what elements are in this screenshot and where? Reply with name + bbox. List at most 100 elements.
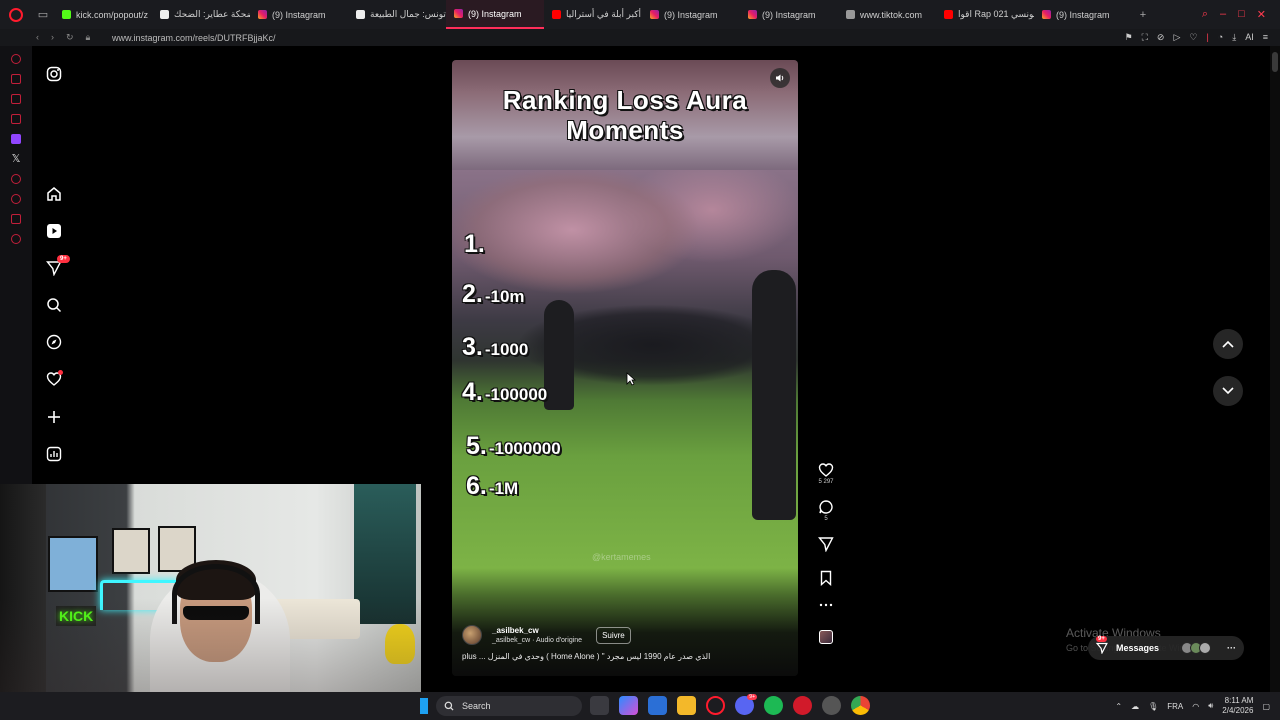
download-icon[interactable]: ⤓ bbox=[1232, 32, 1236, 43]
follow-button[interactable]: Suivre bbox=[596, 626, 631, 644]
minimize-icon[interactable]: – bbox=[1220, 8, 1226, 21]
copilot-icon[interactable] bbox=[619, 696, 638, 715]
messages-icon[interactable]: 9+ bbox=[39, 253, 70, 283]
task-view-icon[interactable] bbox=[590, 696, 609, 715]
bookmark-icon[interactable]: ⚑ bbox=[1125, 32, 1133, 43]
rank-number: 4. bbox=[462, 378, 483, 406]
page-scrollbar[interactable] bbox=[1270, 46, 1280, 692]
previous-reel-button[interactable] bbox=[1213, 329, 1243, 359]
comment-count: 5 bbox=[824, 516, 828, 522]
history-icon[interactable] bbox=[11, 194, 21, 204]
author-name[interactable]: _asilbek_cw bbox=[492, 626, 582, 635]
language-indicator[interactable]: FRA bbox=[1167, 702, 1183, 711]
back-icon[interactable]: ‹ bbox=[36, 32, 39, 43]
browser-tab[interactable]: (9) Instagram bbox=[1034, 0, 1132, 29]
settings-gear-icon[interactable] bbox=[822, 696, 841, 715]
settings-icon[interactable] bbox=[11, 234, 21, 244]
scroll-thumb[interactable] bbox=[1272, 52, 1278, 72]
instagram-icon bbox=[258, 10, 267, 19]
wifi-icon[interactable]: ◠ bbox=[1192, 702, 1199, 711]
messages-pill[interactable]: 9+ Messages ··· bbox=[1088, 636, 1244, 660]
notifications-heart-icon[interactable] bbox=[39, 364, 69, 394]
ai-button[interactable]: AI bbox=[1245, 32, 1254, 43]
close-icon[interactable]: ✕ bbox=[1257, 8, 1266, 21]
chrome-icon[interactable] bbox=[851, 696, 870, 715]
share-action[interactable] bbox=[818, 536, 834, 552]
taskbar-search[interactable]: Search bbox=[436, 696, 582, 716]
search-icon[interactable]: ⌕ bbox=[1202, 8, 1208, 21]
menu-icon[interactable]: ≡ bbox=[1263, 32, 1268, 43]
opera-logo-icon[interactable] bbox=[0, 0, 32, 29]
browser-tab-active[interactable]: (9) Instagram bbox=[446, 0, 544, 29]
browser-tab[interactable]: (9) Instagram bbox=[642, 0, 740, 29]
twitch-icon[interactable] bbox=[11, 134, 21, 144]
browser-tab[interactable]: (9) Instagram bbox=[740, 0, 838, 29]
author-avatar[interactable] bbox=[462, 625, 482, 645]
url-field[interactable]: www.instagram.com/reels/DUTRFBjjaKc/ bbox=[112, 33, 276, 43]
tray-chevron-icon[interactable]: ⌃ bbox=[1115, 702, 1122, 711]
volume-button[interactable] bbox=[770, 68, 790, 88]
more-icon bbox=[819, 603, 833, 607]
profile-icon[interactable]: ◔ bbox=[1218, 32, 1223, 43]
like-action[interactable]: 5 297 bbox=[818, 462, 834, 485]
reload-icon[interactable]: ↻ bbox=[66, 32, 74, 43]
sidepanel-flow-icon[interactable] bbox=[11, 54, 21, 64]
browser-tab[interactable]: تونس: جمال الطبيعة bbox=[348, 0, 446, 29]
browser-tab[interactable]: kick.com/popout/z bbox=[54, 0, 152, 29]
reel-caption[interactable]: plus ... وحدي في المنزل ( Home Alone ) "… bbox=[462, 652, 788, 661]
reels-icon[interactable] bbox=[39, 216, 69, 246]
avatar bbox=[1199, 642, 1211, 654]
new-tab-button[interactable]: + bbox=[1132, 0, 1154, 29]
browser-tab[interactable]: اقوا Rap تونسي 021 bbox=[936, 0, 1034, 29]
explore-icon[interactable] bbox=[39, 327, 69, 357]
opera-icon[interactable] bbox=[706, 696, 725, 715]
volume-icon[interactable]: 🔊︎ bbox=[1208, 701, 1213, 711]
player-icon[interactable]: ▷ bbox=[1173, 32, 1180, 43]
heart-icon[interactable]: ♡ bbox=[1189, 32, 1197, 43]
snapshot-icon[interactable]: ⛶ bbox=[1142, 32, 1148, 43]
more-action[interactable] bbox=[818, 602, 834, 608]
spotify-icon[interactable] bbox=[764, 696, 783, 715]
browser-tab[interactable]: www.tiktok.com bbox=[838, 0, 936, 29]
browser-tab[interactable]: ضحكة عطاير: الضحك bbox=[152, 0, 250, 29]
browser-tab[interactable]: (9) Instagram bbox=[250, 0, 348, 29]
search-icon[interactable] bbox=[39, 290, 69, 320]
reel-video[interactable]: Ranking Loss Aura Moments @kertamemes 1.… bbox=[452, 60, 798, 676]
start-icon[interactable] bbox=[420, 698, 428, 714]
maximize-icon[interactable]: □ bbox=[1238, 8, 1245, 21]
file-explorer-icon[interactable] bbox=[677, 696, 696, 715]
sidepanel-extensions-icon[interactable] bbox=[11, 214, 21, 224]
lock-icon[interactable]: 🔒︎ bbox=[86, 32, 91, 43]
save-action[interactable] bbox=[818, 570, 834, 586]
tray-cloud-icon[interactable]: ☁ bbox=[1131, 702, 1139, 711]
next-reel-button[interactable] bbox=[1213, 376, 1243, 406]
messages-more[interactable]: ··· bbox=[1227, 643, 1236, 653]
audio-thumbnail[interactable] bbox=[819, 630, 833, 644]
adblock-icon[interactable]: ⊘ bbox=[1157, 32, 1165, 43]
rank-item: 1. bbox=[464, 230, 487, 259]
notification-icon[interactable]: ▢ bbox=[1262, 702, 1270, 711]
dashboard-icon[interactable] bbox=[39, 439, 69, 469]
reel-title-line1: Ranking Loss Aura bbox=[502, 85, 748, 115]
comment-action[interactable]: 5 bbox=[818, 499, 834, 522]
sidepanel-player-icon[interactable] bbox=[11, 174, 21, 184]
antivirus-icon[interactable] bbox=[793, 696, 812, 715]
tray-mic-icon[interactable]: 🎙︎ bbox=[1148, 702, 1158, 711]
instagram-logo-icon[interactable] bbox=[39, 59, 69, 89]
home-icon[interactable] bbox=[39, 179, 69, 209]
clock[interactable]: 8:11 AM 2/4/2026 bbox=[1222, 696, 1253, 716]
forward-icon[interactable]: › bbox=[51, 32, 54, 43]
audio-label[interactable]: _asilbek_cw · Audio d'origine bbox=[492, 637, 582, 644]
x-icon[interactable]: 𝕏 bbox=[12, 154, 21, 165]
sidepanel-chat-icon[interactable] bbox=[11, 94, 21, 104]
sidepanel-tv-icon[interactable] bbox=[11, 114, 21, 124]
create-icon[interactable] bbox=[39, 402, 69, 432]
search-placeholder: Search bbox=[462, 701, 491, 711]
browser-tab[interactable]: أكبر أبلة في أستراليا bbox=[544, 0, 642, 29]
sidepanel-shop-icon[interactable] bbox=[11, 74, 21, 84]
tab-label: www.tiktok.com bbox=[860, 9, 923, 20]
discord-icon[interactable]: 9+ bbox=[735, 694, 757, 715]
author-info: _asilbek_cw _asilbek_cw · Audio d'origin… bbox=[492, 626, 582, 644]
tab-search-icon[interactable]: ▭ bbox=[32, 0, 54, 29]
store-icon[interactable] bbox=[648, 696, 667, 715]
